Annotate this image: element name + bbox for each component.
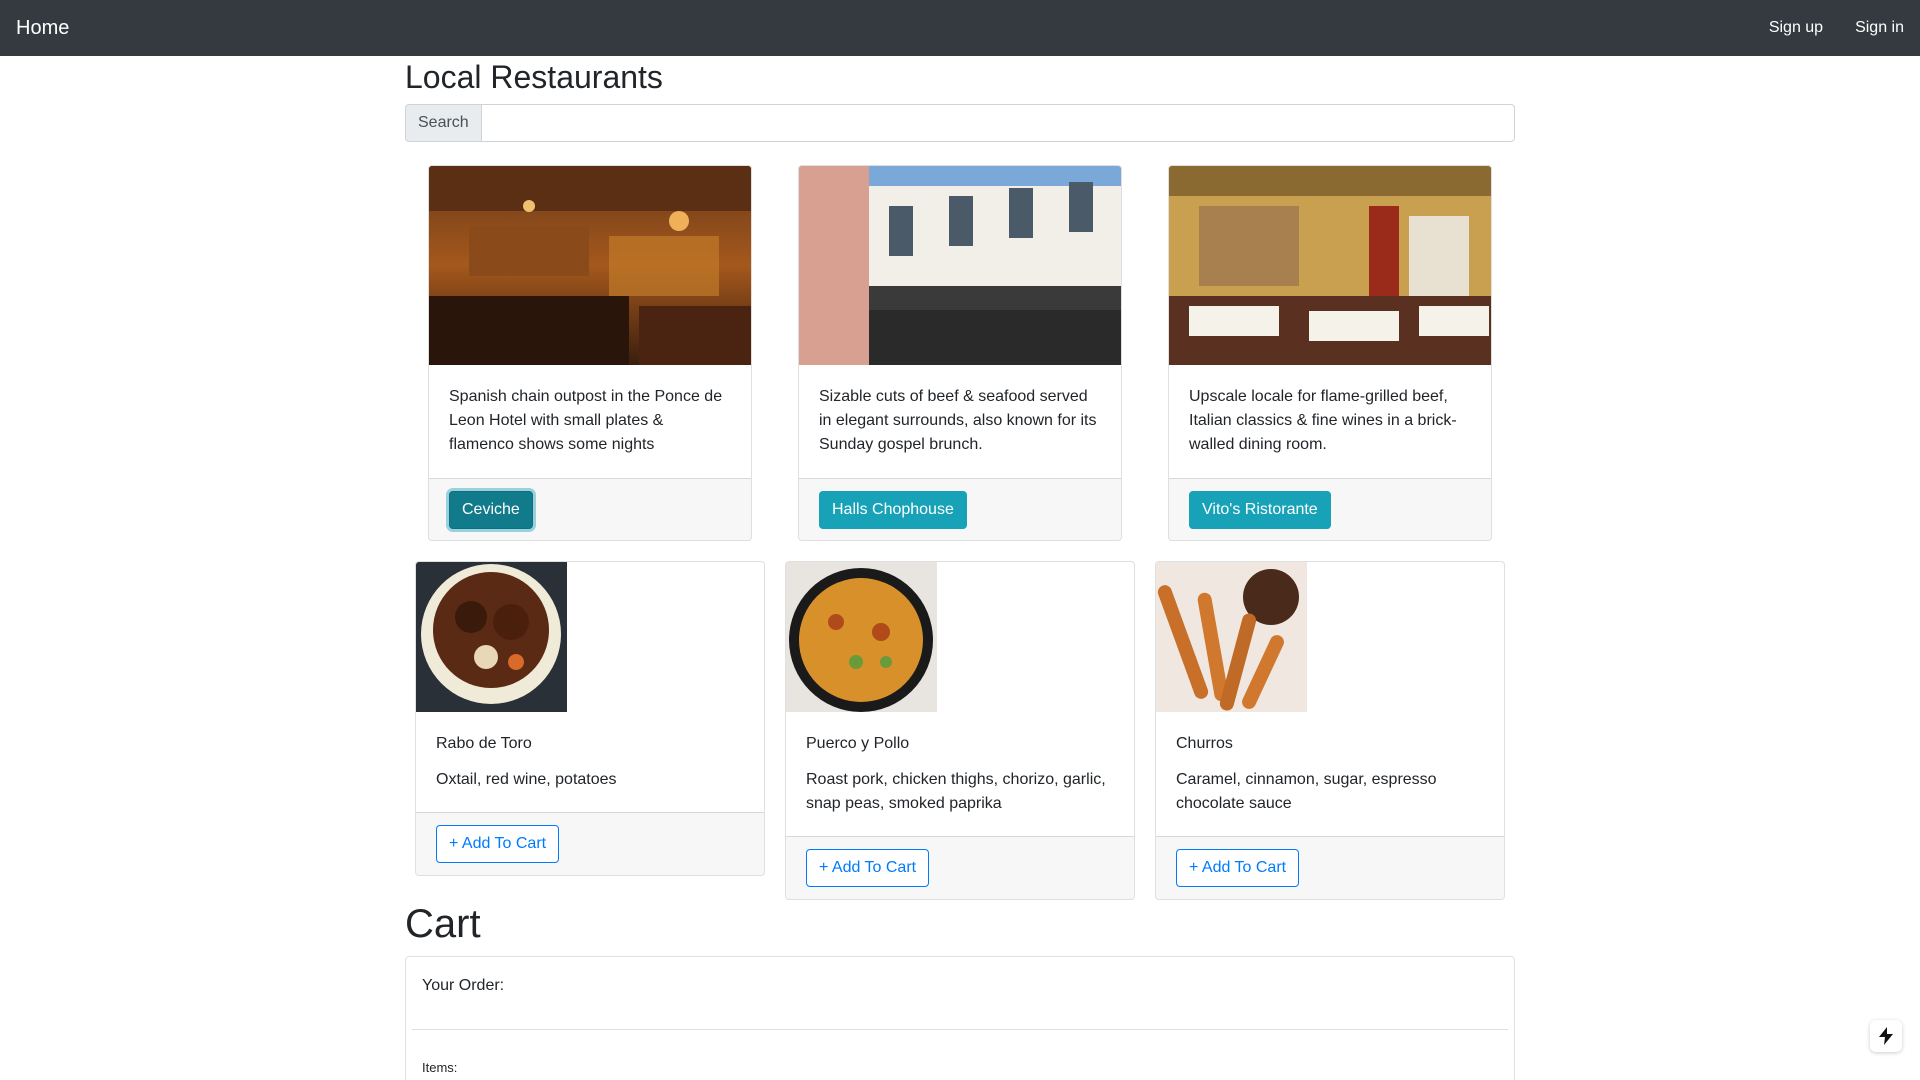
page-title: Local Restaurants bbox=[405, 59, 663, 95]
menu-item-description: Roast pork, chicken thighs, chorizo, gar… bbox=[806, 771, 1106, 812]
churros-image bbox=[1156, 562, 1307, 712]
paella-skillet-image bbox=[786, 562, 937, 712]
menu-body: Rabo de Toro Oxtail, red wine, potatoes bbox=[416, 712, 764, 812]
cart-card: Your Order: Items: bbox=[405, 956, 1515, 1080]
menu-item-name: Rabo de Toro bbox=[436, 735, 532, 752]
main-container: Local Restaurants Search bbox=[405, 56, 1515, 142]
navbar: Home Sign up Sign in bbox=[0, 0, 1920, 56]
cart-order-label: Your Order: bbox=[422, 977, 505, 994]
search-label: Search bbox=[405, 104, 481, 142]
menu-footer: + Add To Cart bbox=[416, 812, 764, 875]
chophouse-storefront-image bbox=[799, 166, 1121, 365]
menu-body: Puerco y Pollo Roast pork, chicken thigh… bbox=[786, 712, 1134, 836]
search-input[interactable] bbox=[480, 104, 1515, 142]
restaurant-card-1: Spanish chain outpost in the Ponce de Le… bbox=[428, 165, 752, 541]
signin-link[interactable]: Sign in bbox=[1855, 19, 1904, 37]
cart-title: Cart bbox=[405, 902, 481, 946]
restaurant-button-ceviche[interactable]: Ceviche bbox=[449, 491, 533, 529]
search-group: Search bbox=[405, 104, 1515, 142]
menu-footer: + Add To Cart bbox=[786, 836, 1134, 899]
add-to-cart-button[interactable]: + Add To Cart bbox=[436, 825, 560, 863]
restaurant-button-halls-chophouse[interactable]: Halls Chophouse bbox=[819, 491, 967, 529]
restaurant-footer: Halls Chophouse bbox=[799, 478, 1121, 540]
nav-right: Sign up Sign in bbox=[1737, 19, 1904, 37]
restaurant-description: Sizable cuts of beef & seafood served in… bbox=[819, 388, 1097, 453]
menu-item-name: Puerco y Pollo bbox=[806, 735, 910, 752]
menu-item-name: Churros bbox=[1176, 735, 1233, 752]
menu-card-2: Puerco y Pollo Roast pork, chicken thigh… bbox=[785, 561, 1135, 900]
menu-item-description: Oxtail, red wine, potatoes bbox=[436, 771, 617, 788]
menu-body: Churros Caramel, cinnamon, sugar, espres… bbox=[1156, 712, 1504, 836]
signup-link[interactable]: Sign up bbox=[1769, 19, 1823, 37]
menu-footer: + Add To Cart bbox=[1156, 836, 1504, 899]
bolt-icon[interactable] bbox=[1870, 1020, 1902, 1052]
restaurant-description: Spanish chain outpost in the Ponce de Le… bbox=[449, 388, 723, 453]
dining-room-interior-image bbox=[1169, 166, 1491, 365]
add-to-cart-button[interactable]: + Add To Cart bbox=[806, 849, 930, 887]
oxtail-stew-image bbox=[416, 562, 567, 712]
restaurant-footer: Ceviche bbox=[429, 478, 751, 540]
add-to-cart-button[interactable]: + Add To Cart bbox=[1176, 849, 1300, 887]
menu-card-1: Rabo de Toro Oxtail, red wine, potatoes … bbox=[415, 561, 765, 876]
lightning-icon bbox=[1879, 1027, 1893, 1045]
menu-item-description: Caramel, cinnamon, sugar, espresso choco… bbox=[1176, 771, 1437, 812]
restaurant-card-2: Sizable cuts of beef & seafood served in… bbox=[798, 165, 1122, 541]
home-link[interactable]: Home bbox=[16, 17, 69, 40]
menu-card-3: Churros Caramel, cinnamon, sugar, espres… bbox=[1155, 561, 1505, 900]
restaurant-description: Upscale locale for flame-grilled beef, I… bbox=[1189, 388, 1457, 453]
cart-items-label: Items: bbox=[422, 1060, 458, 1075]
restaurant-card-3: Upscale locale for flame-grilled beef, I… bbox=[1168, 165, 1492, 541]
restaurant-bar-interior-image bbox=[429, 166, 751, 365]
restaurant-button-vitos-ristorante[interactable]: Vito's Ristorante bbox=[1189, 491, 1331, 529]
restaurant-footer: Vito's Ristorante bbox=[1169, 478, 1491, 540]
